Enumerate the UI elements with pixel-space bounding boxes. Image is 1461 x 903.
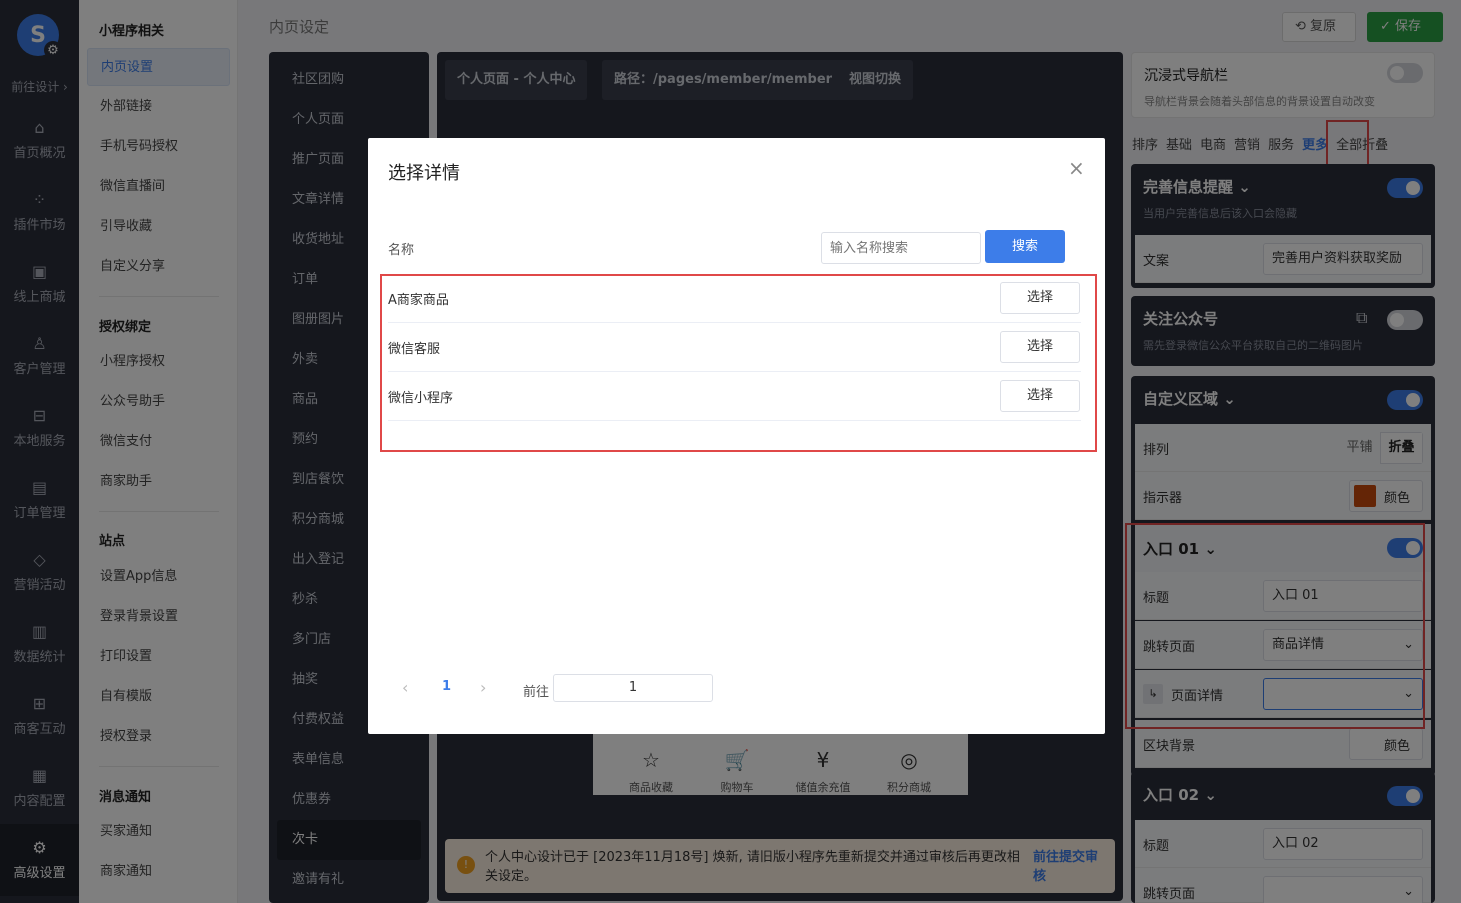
search-button[interactable]: 搜索 — [985, 230, 1065, 263]
goto-page-input[interactable]: 1 — [553, 674, 713, 702]
prev-page-icon[interactable]: ‹ — [402, 678, 408, 697]
search-input[interactable] — [821, 232, 981, 264]
modal-title: 选择详情 — [388, 163, 460, 184]
close-icon[interactable]: × — [1068, 156, 1085, 180]
page-number[interactable]: 1 — [442, 679, 451, 694]
highlight-box — [380, 274, 1097, 452]
goto-label: 前往 — [523, 685, 550, 700]
name-column-header: 名称 — [388, 243, 415, 258]
select-detail-modal: 选择详情 × 名称 搜索 A商家商品选择微信客服选择微信小程序选择 ‹ 1 › … — [368, 138, 1105, 734]
next-page-icon[interactable]: › — [480, 678, 486, 697]
